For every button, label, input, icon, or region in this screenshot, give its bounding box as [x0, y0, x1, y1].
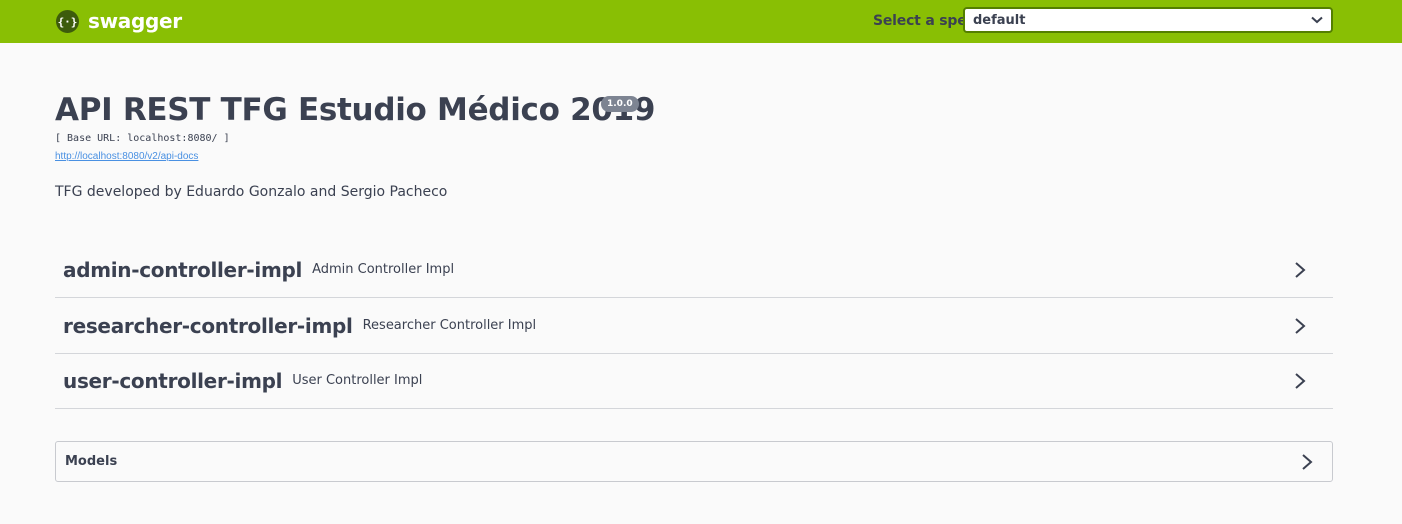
tag-name: user-controller-impl — [63, 368, 283, 393]
base-url: [ Base URL: localhost:8080/ ] — [55, 133, 230, 144]
tag-description: Admin Controller Impl — [312, 262, 455, 277]
swagger-logo-icon: {·} — [56, 9, 79, 33]
spec-select-value: default — [973, 12, 1026, 28]
api-description: TFG developed by Eduardo Gonzalo and Ser… — [55, 184, 448, 200]
tag-researcher-controller-impl[interactable]: researcher-controller-impl Researcher Co… — [55, 298, 1333, 354]
chevron-down-icon — [1311, 11, 1323, 29]
select-spec-label: Select a spec — [873, 13, 975, 29]
swagger-logo[interactable]: {·} swagger — [56, 9, 182, 33]
chevron-right-icon — [1293, 317, 1307, 335]
api-docs-link[interactable]: http://localhost:8080/v2/api-docs — [55, 151, 198, 162]
topbar: {·} swagger Select a spec default — [0, 0, 1402, 43]
spec-select[interactable]: default — [963, 7, 1333, 33]
models-label: Models — [65, 454, 118, 469]
brand-name: swagger — [88, 9, 182, 33]
tag-description: User Controller Impl — [292, 373, 423, 388]
models-section[interactable]: Models — [55, 441, 1333, 482]
chevron-right-icon — [1293, 261, 1307, 279]
chevron-right-icon — [1293, 372, 1307, 390]
tag-description: Researcher Controller Impl — [362, 318, 537, 333]
version-badge: 1.0.0 — [601, 96, 639, 112]
tag-name: researcher-controller-impl — [63, 313, 353, 338]
svg-text:{·}: {·} — [58, 15, 78, 28]
tag-admin-controller-impl[interactable]: admin-controller-impl Admin Controller I… — [55, 242, 1333, 298]
page-title: API REST TFG Estudio Médico 2019 — [55, 92, 656, 128]
chevron-right-icon — [1300, 453, 1314, 471]
tag-name: admin-controller-impl — [63, 257, 303, 282]
tag-user-controller-impl[interactable]: user-controller-impl User Controller Imp… — [55, 353, 1333, 409]
